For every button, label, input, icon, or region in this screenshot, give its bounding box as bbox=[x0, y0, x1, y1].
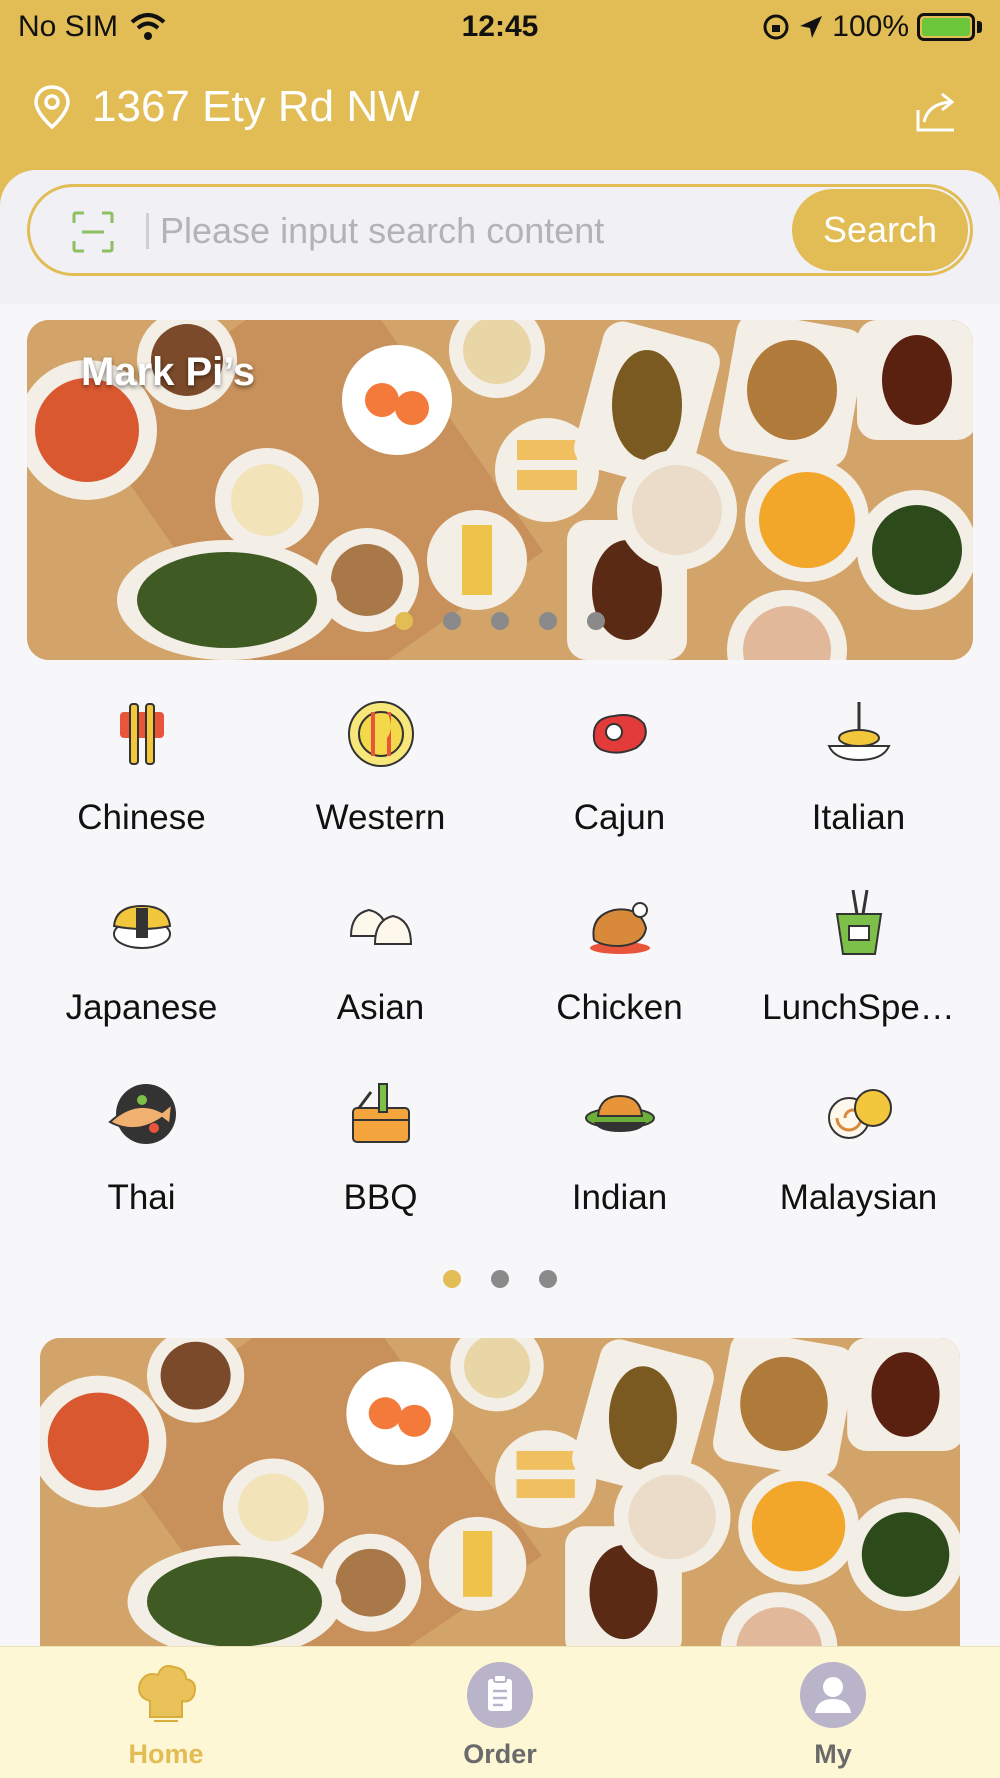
restaurant-card-image[interactable] bbox=[40, 1338, 960, 1658]
banner-title: Mark Pi’s bbox=[81, 350, 256, 394]
banner-dot[interactable] bbox=[443, 612, 461, 630]
chopsticks-icon bbox=[120, 703, 164, 765]
category-malaysian[interactable]: Malaysian bbox=[739, 1070, 978, 1260]
banner-dot[interactable] bbox=[539, 612, 557, 630]
clipboard-icon bbox=[467, 1662, 533, 1728]
category-lunch-special[interactable]: LunchSpe… bbox=[739, 880, 978, 1070]
location-address: 1367 Ety Rd NW bbox=[92, 82, 420, 131]
swiss-roll-icon bbox=[828, 1089, 892, 1139]
search-panel: Search bbox=[0, 170, 1000, 304]
category-western[interactable]: Western bbox=[261, 690, 500, 880]
banner-dot[interactable] bbox=[395, 612, 413, 630]
search-button[interactable]: Search bbox=[792, 189, 968, 271]
category-cajun[interactable]: Cajun bbox=[500, 690, 739, 880]
orientation-lock-icon bbox=[763, 14, 789, 40]
bbq-basket-icon bbox=[352, 1083, 410, 1143]
category-bbq[interactable]: BBQ bbox=[261, 1070, 500, 1260]
promo-banner[interactable]: Mark Pi’s bbox=[27, 320, 973, 660]
category-label: Asian bbox=[336, 988, 425, 1027]
food-photo bbox=[40, 1338, 960, 1658]
banner-dot[interactable] bbox=[491, 612, 509, 630]
category-chicken[interactable]: Chicken bbox=[500, 880, 739, 1070]
curry-bowl-icon bbox=[585, 1094, 655, 1132]
banner-dot[interactable] bbox=[587, 612, 605, 630]
battery-percent: 100% bbox=[832, 10, 909, 43]
category-label: Malaysian bbox=[779, 1178, 938, 1217]
tab-label: My bbox=[814, 1739, 852, 1769]
takeout-box-icon bbox=[835, 889, 883, 955]
category-label: Thai bbox=[107, 1178, 176, 1217]
fish-dish-icon bbox=[108, 1084, 176, 1144]
location-arrow-icon bbox=[800, 16, 823, 38]
category-page-dot[interactable] bbox=[443, 1270, 461, 1288]
tab-label: Order bbox=[463, 1739, 537, 1769]
search-box: Search bbox=[27, 184, 973, 276]
category-page-dot[interactable] bbox=[539, 1270, 557, 1288]
battery-icon bbox=[917, 13, 975, 41]
location-pin-icon bbox=[34, 85, 70, 130]
category-label: Cajun bbox=[573, 798, 666, 837]
category-label: Indian bbox=[571, 1178, 668, 1217]
category-pagination bbox=[0, 1270, 1000, 1288]
category-label: Chinese bbox=[77, 798, 206, 837]
tab-order[interactable]: Order bbox=[400, 1647, 600, 1778]
category-label: Chicken bbox=[556, 988, 683, 1027]
dumplings-icon bbox=[349, 908, 413, 945]
search-input[interactable] bbox=[160, 201, 780, 261]
category-page-dot[interactable] bbox=[491, 1270, 509, 1288]
sushi-icon bbox=[112, 904, 172, 949]
chef-hat-icon bbox=[138, 1665, 196, 1722]
steak-icon bbox=[592, 714, 647, 754]
tab-label: Home bbox=[128, 1739, 204, 1769]
banner-pagination bbox=[27, 612, 973, 630]
category-label: LunchSpe… bbox=[762, 988, 955, 1027]
category-label: BBQ bbox=[343, 1178, 418, 1217]
category-asian[interactable]: Asian bbox=[261, 880, 500, 1070]
category-indian[interactable]: Indian bbox=[500, 1070, 739, 1260]
search-divider bbox=[146, 213, 149, 249]
status-bar: No SIM 12:45 100% bbox=[0, 0, 1000, 56]
bottom-tab-bar: Home Order My bbox=[0, 1646, 1000, 1778]
tab-my[interactable]: My bbox=[733, 1647, 933, 1778]
plate-fork-knife-icon bbox=[348, 701, 414, 767]
category-label: Western bbox=[315, 798, 446, 837]
status-right: 100% bbox=[762, 10, 982, 44]
category-label: Japanese bbox=[65, 988, 218, 1027]
tab-home[interactable]: Home bbox=[66, 1647, 266, 1778]
scan-icon[interactable] bbox=[72, 211, 114, 253]
pasta-icon bbox=[827, 702, 891, 762]
category-japanese[interactable]: Japanese bbox=[22, 880, 261, 1070]
category-grid: Chinese Western Cajun Italian Japanese A… bbox=[22, 690, 978, 1250]
user-icon bbox=[800, 1662, 866, 1728]
location-selector[interactable]: 1367 Ety Rd NW bbox=[32, 82, 420, 132]
category-label: Italian bbox=[811, 798, 906, 837]
category-italian[interactable]: Italian bbox=[739, 690, 978, 880]
category-chinese[interactable]: Chinese bbox=[22, 690, 261, 880]
category-thai[interactable]: Thai bbox=[22, 1070, 261, 1260]
roast-chicken-icon bbox=[590, 902, 650, 954]
share-icon[interactable] bbox=[912, 88, 960, 136]
